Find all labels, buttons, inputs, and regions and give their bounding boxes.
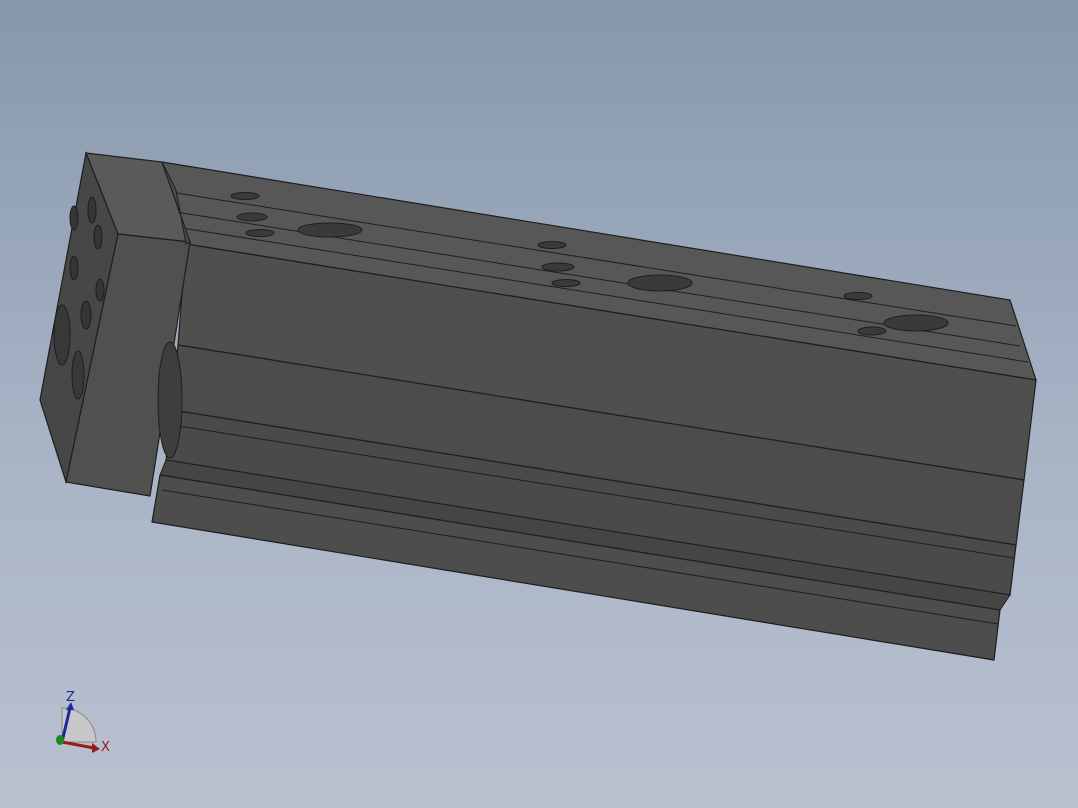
top-hole-5	[537, 241, 567, 249]
end-hole-1	[69, 205, 79, 231]
end-hole-8	[71, 350, 85, 400]
triad-x-axis	[61, 740, 95, 750]
top-hole-3	[245, 229, 275, 237]
end-hole-3	[93, 224, 103, 250]
top-hole-10	[857, 326, 887, 336]
graphics-viewport[interactable]: Z X	[0, 0, 1078, 808]
triad-y-axis	[56, 735, 64, 745]
end-hole-4	[69, 255, 79, 281]
coordinate-triad: Z X	[56, 690, 110, 755]
body-bore	[157, 341, 183, 459]
top-hole-6	[541, 262, 575, 272]
top-hole-11	[883, 314, 949, 332]
top-hole-1	[230, 192, 260, 200]
top-hole-4	[297, 222, 363, 238]
top-hole-8	[627, 274, 693, 292]
3d-model-slide-cylinder[interactable]	[0, 0, 1078, 808]
top-hole-2	[236, 212, 268, 222]
top-hole-7	[551, 279, 581, 287]
top-hole-9	[843, 292, 873, 300]
end-hole-6	[80, 300, 92, 330]
end-hole-7	[53, 304, 71, 366]
end-hole-5	[95, 278, 105, 302]
triad-z-label: Z	[66, 690, 75, 705]
end-hole-2	[87, 196, 97, 224]
triad-x-arrow	[92, 743, 100, 753]
triad-x-label: X	[101, 740, 110, 755]
